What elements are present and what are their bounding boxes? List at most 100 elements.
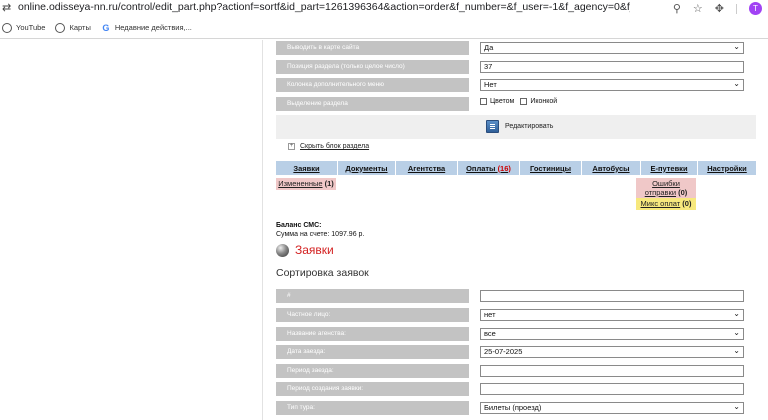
- sort-row-agency: Название агенства: все ⌄: [276, 327, 756, 341]
- payments-mix-badge[interactable]: Микс оплат (0): [636, 198, 696, 210]
- edit-icon[interactable]: [486, 120, 499, 133]
- select-value: Билеты (проезд): [484, 403, 542, 412]
- badge-count: (0): [682, 199, 692, 208]
- field-label: Позиция раздела (только целое число): [276, 60, 469, 74]
- field-label: Выводить в карте сайта: [276, 41, 469, 55]
- tab-documents[interactable]: Документы: [338, 161, 396, 175]
- google-icon: G: [102, 22, 110, 33]
- tab-label: Гостиницы: [530, 163, 571, 173]
- sort-title: Сортировка заявок: [276, 267, 369, 279]
- bookmark-recent-activity[interactable]: G Недавние действия,...: [101, 23, 192, 33]
- highlight-options: Цветом Иконкой: [480, 98, 557, 105]
- field-label: Тип тура:: [276, 401, 469, 415]
- tab-buses[interactable]: Автобусы: [582, 161, 641, 175]
- highlight-color-checkbox[interactable]: [480, 98, 487, 105]
- form-row-highlight: Выделение раздела Цветом Иконкой: [276, 97, 756, 111]
- tab-label: Оплаты: [466, 163, 496, 173]
- browser-toolbar-icons: ⚲ ☆ ✥ T: [673, 0, 762, 17]
- chevron-down-icon: ⌄: [733, 402, 740, 411]
- send-errors-badge[interactable]: Ошибки отправки (0): [636, 178, 696, 198]
- address-bar: ⇄ online.odisseya-nn.ru/control/edit_par…: [0, 0, 768, 17]
- bookmark-label: Недавние действия,...: [114, 23, 192, 32]
- bookmark-label: Карты: [69, 23, 91, 32]
- sitemap-select[interactable]: Да ⌄: [480, 42, 744, 54]
- bookmark-maps[interactable]: Карты: [55, 22, 91, 33]
- checkbox-label: Иконкой: [530, 98, 558, 105]
- sort-row-private: Частное лицо: нет ⌄: [276, 308, 756, 322]
- badge-label: отправки: [644, 187, 677, 197]
- field-label: Период создания заявки:: [276, 382, 469, 396]
- sms-amount: Сумма на счете: 1097.96 р.: [276, 231, 365, 238]
- chevron-down-icon: ⌄: [733, 79, 740, 88]
- collapse-icon: +: [288, 143, 295, 150]
- section-title: Заявки: [295, 243, 334, 257]
- tab-settings[interactable]: Настройки: [698, 161, 756, 175]
- tab-payments[interactable]: Оплаты (16): [458, 161, 520, 175]
- module-tabs: Заявки Документы Агентства Оплаты (16) Г…: [276, 161, 756, 175]
- bookmark-youtube[interactable]: YouTube: [2, 22, 45, 33]
- tour-type-select[interactable]: Билеты (проезд) ⌄: [480, 402, 744, 414]
- highlight-icon-checkbox[interactable]: [520, 98, 528, 105]
- badge-count: (0): [678, 187, 688, 197]
- tab-label: Автобусы: [592, 163, 630, 173]
- field-label: Дата заезда:: [276, 345, 469, 359]
- position-input[interactable]: 37: [480, 61, 744, 73]
- private-person-select[interactable]: нет ⌄: [480, 309, 744, 321]
- toolbar-divider: [736, 3, 737, 14]
- form-row-sitemap: Выводить в карте сайта Да ⌄: [276, 41, 756, 55]
- changed-orders-badge[interactable]: Измененные (1): [276, 178, 336, 190]
- globe-icon: [55, 22, 66, 33]
- checkin-period-input[interactable]: [480, 365, 744, 377]
- select-value: все: [484, 329, 496, 338]
- zoom-icon[interactable]: ⚲: [673, 2, 681, 15]
- select-value: 25-07-2025: [484, 347, 523, 356]
- tab-count-badge: (16): [497, 163, 511, 173]
- checkin-date-select[interactable]: 25-07-2025 ⌄: [480, 346, 744, 358]
- tab-agencies[interactable]: Агентства: [396, 161, 458, 175]
- select-value: Нет: [484, 80, 497, 89]
- tab-label: Документы: [345, 163, 388, 173]
- field-label: Колонка дополнительного меню: [276, 78, 469, 92]
- site-info-icon[interactable]: ⇄: [2, 1, 11, 14]
- chevron-down-icon: ⌄: [733, 346, 740, 355]
- sms-balance: Баланс СМС: Сумма на счете: 1097.96 р.: [276, 221, 364, 239]
- bookmark-star-icon[interactable]: ☆: [693, 2, 703, 15]
- edit-button[interactable]: Редактировать: [505, 123, 553, 130]
- form-row-position: Позиция раздела (только целое число) 37: [276, 60, 756, 74]
- bookmarks-bar: YouTube Карты G Недавние действия,...: [0, 17, 768, 39]
- tab-hotels[interactable]: Гостиницы: [520, 161, 582, 175]
- field-label: Частное лицо:: [276, 308, 469, 322]
- select-value: нет: [484, 310, 496, 319]
- section-bullet-icon: [276, 243, 289, 257]
- section-heading: Заявки: [276, 243, 334, 257]
- field-label: Период заезда:: [276, 364, 469, 378]
- field-label: Название агенства:: [276, 327, 469, 341]
- url-text[interactable]: online.odisseya-nn.ru/control/edit_part.…: [18, 1, 630, 13]
- hide-section-label: Скрыть блок раздела: [300, 143, 370, 150]
- select-value: Да: [484, 43, 494, 52]
- sort-row-number: #: [276, 289, 756, 303]
- edit-bar: Редактировать: [276, 115, 756, 139]
- hide-section-link[interactable]: + Скрыть блок раздела: [288, 143, 369, 150]
- order-number-input[interactable]: [480, 290, 744, 302]
- extensions-icon[interactable]: ✥: [715, 2, 724, 15]
- chevron-down-icon: ⌄: [733, 328, 740, 337]
- sort-row-tour-type: Тип тура: Билеты (проезд) ⌄: [276, 401, 756, 415]
- badge-label: Микс оплат: [640, 199, 681, 208]
- tab-orders[interactable]: Заявки: [276, 161, 338, 175]
- extra-menu-select[interactable]: Нет ⌄: [480, 79, 744, 91]
- profile-avatar[interactable]: T: [749, 2, 762, 15]
- field-label: #: [276, 289, 469, 303]
- globe-icon: [2, 22, 12, 33]
- badge-label: Измененные: [278, 179, 323, 188]
- tab-label: Настройки: [707, 163, 747, 173]
- sort-row-checkin-date: Дата заезда: 25-07-2025 ⌄: [276, 345, 756, 359]
- tab-label: Агентства: [407, 163, 446, 173]
- sms-title: Баланс СМС:: [276, 222, 322, 229]
- tab-label: Заявки: [293, 163, 320, 173]
- created-period-input[interactable]: [480, 383, 744, 395]
- tab-e-vouchers[interactable]: E-путевки: [641, 161, 698, 175]
- form-row-extra-menu: Колонка дополнительного меню Нет ⌄: [276, 78, 756, 92]
- agency-select[interactable]: все ⌄: [480, 328, 744, 340]
- chevron-down-icon: ⌄: [733, 309, 740, 318]
